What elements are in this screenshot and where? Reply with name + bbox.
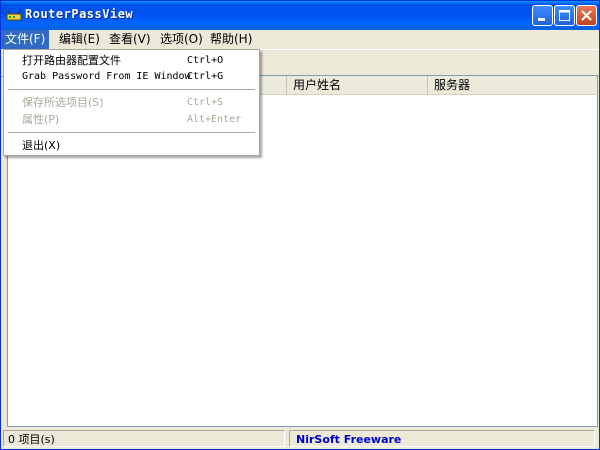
menu-item-shortcut: Ctrl+S	[187, 97, 224, 108]
menu-item-shortcut: Ctrl+G	[187, 71, 224, 82]
menu-item-properties: 属性(P) Alt+Enter	[5, 112, 258, 128]
menu-item-save-selected: 保存所选项目(S) Ctrl+S	[5, 95, 258, 111]
close-icon	[581, 10, 592, 21]
menu-help[interactable]: 帮助(H)	[206, 30, 256, 49]
status-bar: 0 项目(s) NirSoft Freeware	[1, 429, 599, 449]
menu-item-open-config[interactable]: 打开路由器配置文件 Ctrl+O	[5, 53, 258, 69]
window-title: RouterPassView	[25, 7, 134, 21]
column-header-username[interactable]: 用户姓名	[287, 76, 428, 94]
menu-item-exit[interactable]: 退出(X)	[5, 138, 258, 154]
menu-options[interactable]: 选项(O)	[156, 30, 207, 49]
app-window: RouterPassView 文件(F) 编辑(E) 查看(V) 选项(O) 帮…	[0, 0, 600, 450]
item-count: 0 项目(s)	[3, 430, 285, 447]
minimize-icon	[538, 18, 545, 21]
menu-item-label: 退出(X)	[22, 139, 61, 152]
maximize-button[interactable]	[554, 5, 575, 26]
router-icon	[6, 8, 22, 22]
menu-item-grab-password[interactable]: Grab Password From IE Window Ctrl+G	[5, 69, 258, 85]
minimize-button[interactable]	[532, 5, 553, 26]
file-menu-dropdown: 打开路由器配置文件 Ctrl+O Grab Password From IE W…	[3, 49, 260, 156]
menu-bar: 文件(F) 编辑(E) 查看(V) 选项(O) 帮助(H)	[1, 30, 599, 49]
menu-item-label: 打开路由器配置文件	[22, 54, 121, 67]
menu-item-shortcut: Alt+Enter	[187, 114, 242, 125]
close-button[interactable]	[576, 5, 597, 26]
menu-view[interactable]: 查看(V)	[105, 30, 155, 49]
menu-item-label: Grab Password From IE Window	[22, 71, 191, 82]
menu-file[interactable]: 文件(F)	[1, 30, 50, 49]
menu-item-label: 保存所选项目(S)	[22, 96, 104, 109]
menu-item-shortcut: Ctrl+O	[187, 55, 224, 66]
title-bar[interactable]: RouterPassView	[1, 1, 599, 30]
nirsoft-link[interactable]: NirSoft Freeware	[289, 430, 595, 447]
menu-separator	[8, 89, 255, 90]
menu-separator	[8, 132, 255, 133]
menu-item-label: 属性(P)	[22, 113, 60, 126]
menu-edit[interactable]: 编辑(E)	[55, 30, 104, 49]
maximize-icon	[559, 10, 570, 21]
column-header-server[interactable]: 服务器	[428, 76, 597, 94]
